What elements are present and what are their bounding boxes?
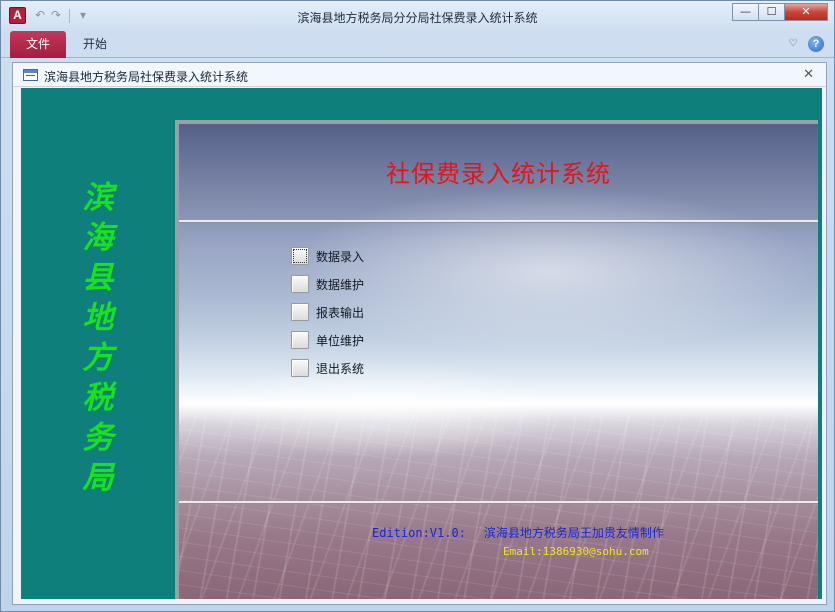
maximize-button[interactable]: ☐ [758,3,784,21]
form-icon [23,69,38,81]
menu-item-report-output: 报表输出 [291,298,364,326]
edition-label: Edition:V1.0: [372,526,466,540]
title-char: 务 [82,420,114,456]
close-button[interactable]: ✕ [784,3,828,21]
tab-file[interactable]: 文件 [10,31,66,58]
main-title: 社保费录入统计系统 [386,160,611,188]
access-application-window: A ↶ ↷ ▾ 滨海县地方税务局分分局社保费录入统计系统 — ☐ ✕ 文件 开始… [0,0,835,612]
title-char: 局 [82,460,114,496]
tab-home[interactable]: 开始 [83,31,107,58]
menu-label: 数据维护 [316,277,365,292]
window-controls: — ☐ ✕ [732,3,828,21]
minimize-button[interactable]: — [732,3,758,21]
divider-line [179,220,818,222]
menu-item-data-maintenance: 数据维护 [291,270,364,298]
menu-item-data-entry: 数据录入 [291,242,364,270]
minimize-ribbon-icon[interactable]: ♡ [786,38,800,52]
menu-item-exit: 退出系统 [291,354,364,382]
unit-maintenance-button[interactable] [291,331,309,349]
form-window: 滨海县地方税务局社保费录入统计系统 ✕ 滨 海 县 地 方 税 务 局 社保费录… [12,62,827,605]
help-icon[interactable]: ? [808,36,824,52]
title-char: 县 [82,260,114,296]
divider-line [179,501,818,503]
title-char: 滨 [82,180,114,216]
sky-background-image: 社保费录入统计系统 数据录入 数据维护 报表输出 单位维护 退出系统 Editi… [175,120,818,599]
menu-label: 单位维护 [316,333,365,348]
data-maintenance-button[interactable] [291,275,309,293]
title-char: 方 [82,340,114,376]
main-menu: 数据录入 数据维护 报表输出 单位维护 退出系统 [291,242,364,382]
form-title: 滨海县地方税务局社保费录入统计系统 [44,70,249,84]
menu-item-unit-maintenance: 单位维护 [291,326,364,354]
menu-label: 退出系统 [316,361,365,376]
form-title-bar: 滨海县地方税务局社保费录入统计系统 ✕ [13,63,826,87]
form-close-icon[interactable]: ✕ [803,67,814,82]
menu-label: 报表输出 [316,305,365,320]
exit-system-button[interactable] [291,359,309,377]
edition-info: Edition:V1.0: 滨海县地方税务局王加贵友情制作 [372,524,664,541]
menu-label: 数据录入 [316,249,365,264]
form-body: 滨 海 县 地 方 税 务 局 社保费录入统计系统 数据录入 数据维护 报表输出… [21,88,822,599]
title-char: 地 [82,300,114,336]
vertical-organization-title: 滨 海 县 地 方 税 务 局 [68,178,128,498]
author-credit: 滨海县地方税务局王加贵友情制作 [483,526,664,540]
data-entry-button[interactable] [291,247,309,265]
left-panel: 滨 海 县 地 方 税 务 局 [21,88,175,599]
report-output-button[interactable] [291,303,309,321]
title-char: 海 [82,220,114,256]
title-char: 税 [82,380,114,416]
ribbon-tab-bar: 文件 开始 ♡ ? [1,31,834,58]
email-info: Email:1386930@sohu.com [503,545,649,558]
window-title: 滨海县地方税务局分分局社保费录入统计系统 [297,11,538,25]
title-bar: A ↶ ↷ ▾ 滨海县地方税务局分分局社保费录入统计系统 — ☐ ✕ [1,1,834,31]
